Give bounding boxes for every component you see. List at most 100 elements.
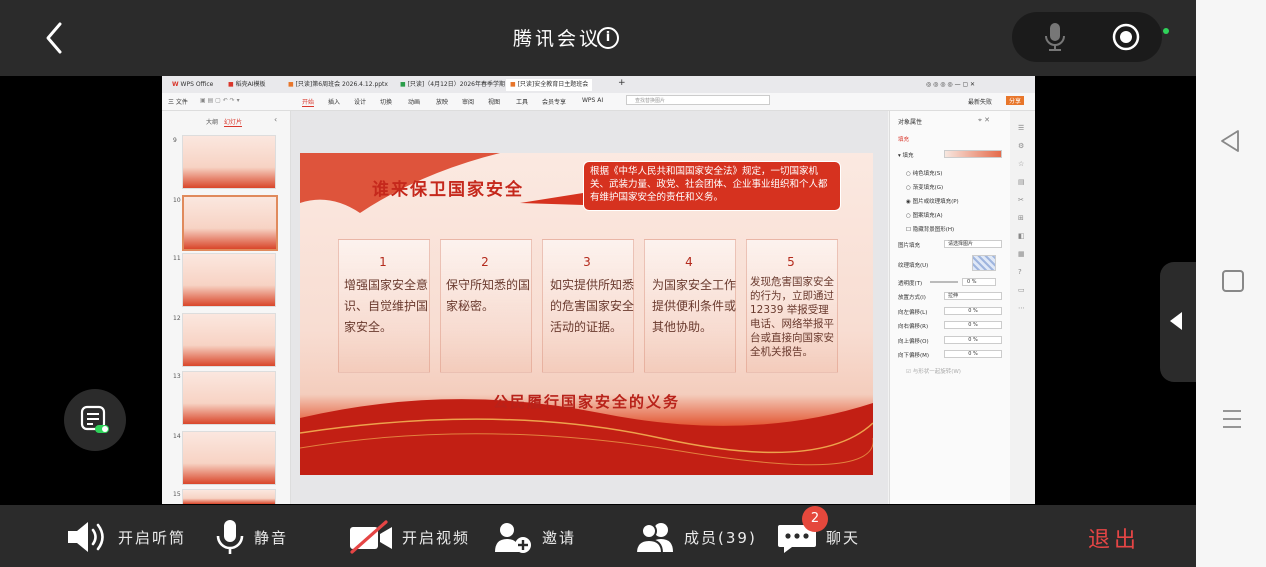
new-tab-icon[interactable]: + bbox=[614, 77, 630, 89]
slide-thumbnail-13[interactable] bbox=[182, 371, 276, 425]
duty-number: 5 bbox=[787, 255, 795, 269]
panel-title: 对象属性 bbox=[898, 119, 923, 126]
tab-slides[interactable]: 幻灯片 bbox=[224, 117, 243, 127]
offset-left-input[interactable]: 0 % bbox=[944, 307, 1002, 315]
offset-top-label: 向上偏移(O) bbox=[898, 339, 929, 345]
tab-home[interactable]: 开始 bbox=[302, 97, 315, 107]
chat-unread-badge: 2 bbox=[802, 506, 828, 532]
members-button[interactable]: 成员(39) bbox=[634, 518, 757, 556]
current-slide[interactable]: 谁来保卫国家安全 根据《中华人民共和国国家安全法》规定，一切国家机关、武装力量、… bbox=[300, 153, 873, 475]
exit-button[interactable]: 退出 bbox=[1088, 522, 1140, 554]
thumb-number: 9 bbox=[173, 137, 177, 144]
ppt-icon: ■ bbox=[510, 81, 516, 88]
tab-transition[interactable]: 切换 bbox=[380, 97, 392, 106]
tab-wps-office[interactable]: W WPS Office bbox=[168, 79, 217, 91]
transparency-input[interactable]: 0 % bbox=[962, 278, 996, 286]
mute-button[interactable]: 静音 bbox=[214, 518, 288, 556]
members-label: 成员(39) bbox=[684, 528, 757, 547]
invite-label: 邀请 bbox=[542, 528, 577, 547]
slide-thumbnail-9[interactable] bbox=[182, 135, 276, 189]
duty-text: 保守所知悉的国家秘密。 bbox=[446, 278, 531, 313]
wps-tab-bar: W WPS Office ■ 稻壳AI模板 ■ [只读]第6周班会 2026.4… bbox=[162, 76, 1035, 93]
file-menu[interactable]: 三 文件 bbox=[168, 97, 188, 106]
tab-review[interactable]: 审阅 bbox=[462, 97, 474, 106]
tab-animation[interactable]: 动画 bbox=[408, 97, 420, 106]
transparency-value: 0 bbox=[967, 279, 971, 285]
option-gradient-fill[interactable]: ○ 渐变填充(G) bbox=[906, 183, 943, 191]
texture-swatch[interactable] bbox=[972, 255, 996, 271]
meeting-title: 腾讯会议 bbox=[512, 28, 601, 50]
option-label: 与形状一起旋转(W) bbox=[912, 369, 961, 375]
tab-outline[interactable]: 大纲 bbox=[206, 117, 218, 126]
info-icon[interactable]: i bbox=[597, 27, 619, 49]
offset-top-input[interactable]: 0 % bbox=[944, 336, 1002, 344]
transparency-slider[interactable] bbox=[930, 281, 958, 283]
tab-label: [只读]安全教育日主题班会 bbox=[517, 81, 589, 88]
nav-home-icon[interactable] bbox=[1222, 270, 1244, 292]
fill-color-dropdown[interactable] bbox=[944, 150, 1002, 158]
option-picture-fill[interactable]: ◉ 图片或纹理填充(P) bbox=[906, 197, 959, 205]
tab-fill[interactable]: 填充 bbox=[898, 135, 909, 143]
hide-bg-checkbox[interactable]: ☐ 隐藏背景图形(H) bbox=[906, 225, 954, 233]
search-input[interactable]: 查找替换图片 bbox=[626, 95, 770, 105]
video-button[interactable]: 开启视频 bbox=[348, 518, 470, 556]
thumb-number: 14 bbox=[173, 433, 181, 440]
placement-dropdown[interactable]: 拉伸 bbox=[944, 292, 1002, 300]
video-label: 开启视频 bbox=[402, 528, 471, 547]
callout-text: 根据《中华人民共和国国家安全法》规定，一切国家机关、武装力量、政党、社会团体、企… bbox=[590, 166, 828, 203]
close-panel-icon[interactable]: ⌖ ✕ bbox=[978, 116, 990, 125]
add-user-icon bbox=[495, 523, 531, 553]
option-label: 渐变填充(G) bbox=[912, 185, 944, 191]
tab-label: 稻壳AI模板 bbox=[235, 81, 266, 88]
thumb-number: 13 bbox=[173, 373, 181, 380]
offset-left-label: 向左偏移(L) bbox=[898, 310, 928, 316]
slide-thumbnail-14[interactable] bbox=[182, 431, 276, 485]
offset-bottom-input[interactable]: 0 % bbox=[944, 350, 1002, 358]
rotate-with-shape-checkbox[interactable]: ☑ 与形状一起旋转(W) bbox=[906, 367, 961, 375]
sheet-icon: ■ bbox=[400, 81, 406, 88]
fill-section-label[interactable]: ▾ 填充 bbox=[898, 151, 914, 159]
option-label: 纯色填充(S) bbox=[912, 171, 943, 177]
slide-thumbnail-10[interactable] bbox=[182, 195, 278, 251]
duty-text: 如实提供所知悉的危害国家安全活动的证据。 bbox=[550, 278, 635, 334]
tab-template[interactable]: ■ 稻壳AI模板 bbox=[224, 79, 269, 91]
share-button[interactable]: 分享 bbox=[1006, 96, 1025, 105]
slide-thumbnail-pane: 大纲 幻灯片 ‹ 9 10 11 12 13 14 15 bbox=[162, 111, 291, 504]
tab-design[interactable]: 设计 bbox=[354, 97, 366, 106]
tab-insert[interactable]: 插入 bbox=[328, 97, 340, 106]
object-properties-panel: 对象属性 ⌖ ✕ 填充 ▾ 填充 ○ 纯色填充(S) ○ 渐变填充(G) ◉ 图… bbox=[889, 111, 1010, 504]
option-pattern-fill[interactable]: ○ 图案填充(A) bbox=[906, 211, 943, 219]
speaker-icon bbox=[68, 522, 104, 552]
tab-sheet[interactable]: ■ [只读]（4月12日）2026年春季学期 bbox=[396, 79, 509, 91]
record-icon[interactable] bbox=[1112, 23, 1140, 51]
tab-view[interactable]: 视图 bbox=[488, 97, 500, 106]
panel-tool-icons[interactable]: ☰ ⚙ ☆ ▤ ✂ ⊞ ◧ ▦? ▭ ⋯ bbox=[1018, 119, 1025, 317]
nav-menu-icon[interactable] bbox=[1221, 408, 1243, 430]
speaker-button[interactable]: 开启听筒 bbox=[66, 518, 186, 556]
tab-ppt-1[interactable]: ■ [只读]第6周班会 2026.4.12.pptx bbox=[284, 79, 392, 91]
invite-button[interactable]: 邀请 bbox=[494, 518, 576, 556]
slide-thumbnail-12[interactable] bbox=[182, 313, 276, 367]
window-controls[interactable]: ◎ ◎ ◎ ◎ — ▢ ✕ bbox=[922, 79, 979, 91]
status-dot bbox=[1163, 28, 1169, 34]
template-icon: ■ bbox=[228, 81, 234, 88]
slide-thumbnail-15[interactable] bbox=[182, 489, 276, 504]
offset-right-input[interactable]: 0 % bbox=[944, 321, 1002, 329]
nav-back-icon[interactable] bbox=[1218, 128, 1244, 154]
slide-footer-title: 公民履行国家安全的义务 bbox=[492, 393, 680, 411]
floating-notes-button[interactable] bbox=[64, 389, 126, 451]
slide-thumbnail-11[interactable] bbox=[182, 253, 276, 307]
sync-status[interactable]: 最新失败 bbox=[968, 97, 992, 106]
tab-slideshow[interactable]: 放映 bbox=[436, 97, 448, 106]
collapse-pane-icon[interactable]: ‹ bbox=[274, 115, 277, 124]
tab-tools[interactable]: 工具 bbox=[516, 97, 528, 106]
option-solid-fill[interactable]: ○ 纯色填充(S) bbox=[906, 169, 942, 177]
offset-right-label: 向右偏移(R) bbox=[898, 324, 929, 330]
tab-wps-ai[interactable]: WPS AI bbox=[582, 97, 603, 104]
tab-ppt-active[interactable]: ■ [只读]安全教育日主题班会 bbox=[506, 79, 593, 91]
tab-member[interactable]: 会员专享 bbox=[542, 97, 566, 106]
picture-fill-dropdown[interactable]: 请选择图片 bbox=[944, 240, 1002, 248]
quick-tools-icons[interactable]: ▣ ▤ ▢ ↶ ↷ ▾ bbox=[200, 97, 240, 104]
microphone-icon[interactable] bbox=[1043, 22, 1067, 52]
duty-text: 增强国家安全意识、自觉维护国家安全。 bbox=[344, 278, 429, 334]
